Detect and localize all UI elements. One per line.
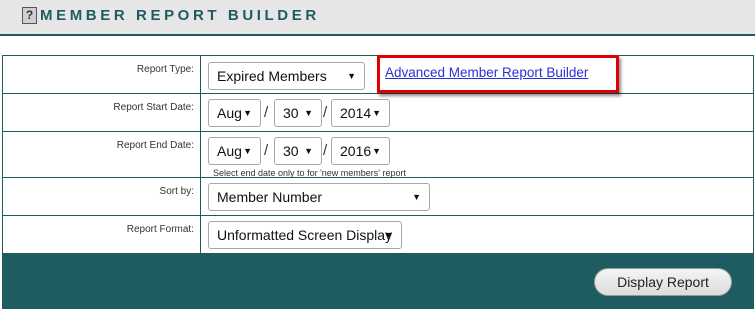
chevron-down-icon: ▼	[412, 192, 421, 202]
report-type-value: Expired Members	[217, 68, 327, 84]
start-month-select[interactable]: Aug ▼	[208, 99, 261, 127]
start-year-value: 2014	[340, 105, 372, 121]
report-format-cell: Unformatted Screen Display ▼	[200, 215, 754, 254]
chevron-down-icon: ▼	[347, 71, 356, 81]
chevron-down-icon: ▼	[304, 108, 313, 118]
sort-by-select[interactable]: Member Number ▼	[208, 183, 430, 211]
sort-by-cell: Member Number ▼	[200, 177, 754, 216]
end-day-value: 30	[283, 143, 299, 159]
end-date-cell: Aug ▼ / 30 ▼ / 2016 ▼ Select end date on…	[200, 131, 754, 178]
date-separator: /	[323, 104, 328, 121]
start-day-select[interactable]: 30 ▼	[274, 99, 322, 127]
report-type-label: Report Type:	[2, 55, 201, 94]
start-date-cell: Aug ▼ / 30 ▼ / 2014 ▼	[200, 93, 754, 132]
sort-by-label: Sort by:	[2, 177, 201, 216]
end-year-value: 2016	[340, 143, 372, 159]
report-format-select[interactable]: Unformatted Screen Display ▼	[208, 221, 402, 249]
chevron-down-icon: ▼	[243, 108, 252, 118]
end-day-select[interactable]: 30 ▼	[274, 137, 322, 165]
chevron-down-icon: ▼	[372, 146, 381, 156]
date-separator: /	[323, 142, 328, 159]
report-format-label: Report Format:	[2, 215, 201, 254]
sort-by-value: Member Number	[217, 189, 323, 205]
chevron-down-icon: ▼	[372, 108, 381, 118]
end-month-value: Aug	[217, 143, 242, 159]
chevron-down-icon: ▼	[304, 146, 313, 156]
advanced-builder-highlight: Advanced Member Report Builder	[377, 55, 619, 93]
page-header: ? MEMBER REPORT BUILDER	[0, 0, 755, 36]
help-icon[interactable]: ?	[22, 7, 37, 24]
chevron-down-icon: ▼	[384, 230, 393, 240]
start-year-select[interactable]: 2014 ▼	[331, 99, 390, 127]
report-type-select[interactable]: Expired Members ▼	[208, 62, 365, 90]
end-date-hint: Select end date only to for 'new members…	[213, 168, 407, 178]
date-separator: /	[264, 104, 269, 121]
end-date-label: Report End Date:	[2, 131, 201, 178]
start-day-value: 30	[283, 105, 299, 121]
start-date-label: Report Start Date:	[2, 93, 201, 132]
start-month-value: Aug	[217, 105, 242, 121]
end-month-select[interactable]: Aug ▼	[208, 137, 261, 165]
date-separator: /	[264, 142, 269, 159]
advanced-report-builder-link[interactable]: Advanced Member Report Builder	[385, 65, 588, 80]
chevron-down-icon: ▼	[243, 146, 252, 156]
display-report-button[interactable]: Display Report	[594, 268, 732, 296]
page-title: MEMBER REPORT BUILDER	[40, 7, 320, 24]
end-year-select[interactable]: 2016 ▼	[331, 137, 390, 165]
report-format-value: Unformatted Screen Display	[217, 227, 393, 243]
